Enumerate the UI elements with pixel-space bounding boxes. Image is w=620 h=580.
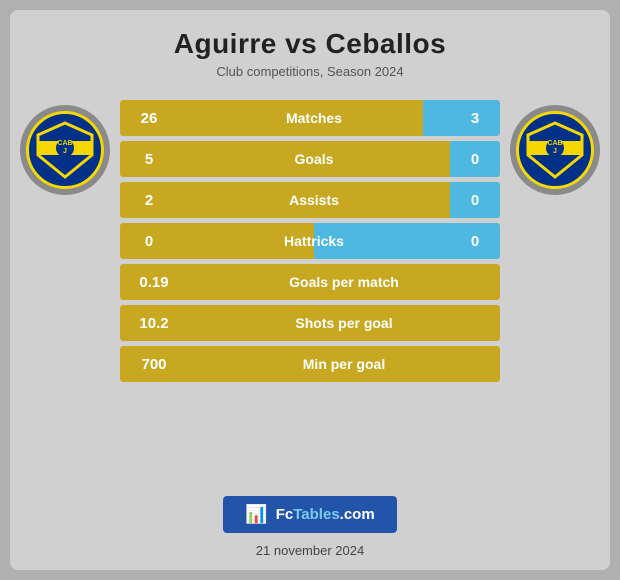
stat-row-assists: 2 Assists 0 xyxy=(120,182,500,218)
stats-section: CAB J CAB J 26Ma xyxy=(10,95,610,486)
left-value-assists: 2 xyxy=(120,182,178,218)
right-value-assists: 0 xyxy=(450,182,500,218)
left-value-matches: 26 xyxy=(120,100,178,136)
left-value-hattricks: 0 xyxy=(120,223,178,259)
stat-row-goals-per-match: 0.19Goals per match xyxy=(120,264,500,300)
right-value-hattricks: 0 xyxy=(450,223,500,259)
center-bar-hattricks: Hattricks xyxy=(178,223,450,259)
stat-label-goals: Goals xyxy=(295,151,334,167)
comparison-card: Aguirre vs Ceballos Club competitions, S… xyxy=(10,10,610,570)
stat-row-hattricks: 0 Hattricks 0 xyxy=(120,223,500,259)
footer-date: 21 november 2024 xyxy=(256,543,364,558)
label-min-per-goal: Min per goal xyxy=(188,346,500,382)
stat-row-goals: 5 Goals 0 xyxy=(120,141,500,177)
label-shots-per-goal: Shots per goal xyxy=(188,305,500,341)
right-club-logo: CAB J xyxy=(510,105,600,195)
stat-label-matches: Matches xyxy=(286,110,342,126)
stat-label-assists: Assists xyxy=(289,192,339,208)
center-bar-matches: Matches xyxy=(178,100,450,136)
stat-row-min-per-goal: 700Min per goal xyxy=(120,346,500,382)
page-subtitle: Club competitions, Season 2024 xyxy=(216,64,403,79)
left-shield-svg: CAB J xyxy=(34,119,96,181)
value-goals-per-match: 0.19 xyxy=(120,264,188,300)
svg-text:CAB: CAB xyxy=(57,140,72,147)
stat-row-matches: 26 Matches 3 xyxy=(120,100,500,136)
stat-rows-container: 26 Matches 3 5 Goals 0 2 Assists 0 0 Hattricks 0 0.1… xyxy=(120,95,500,382)
value-min-per-goal: 700 xyxy=(120,346,188,382)
fctables-icon: 📊 xyxy=(245,504,267,525)
svg-text:J: J xyxy=(553,148,557,155)
svg-text:J: J xyxy=(63,148,67,155)
left-club-logo: CAB J xyxy=(20,105,110,195)
svg-text:CAB: CAB xyxy=(547,140,562,147)
right-value-goals: 0 xyxy=(450,141,500,177)
label-goals-per-match: Goals per match xyxy=(188,264,500,300)
right-shield-svg: CAB J xyxy=(524,119,586,181)
fctables-banner[interactable]: 📊 FcTables.com xyxy=(223,496,396,533)
stat-label-hattricks: Hattricks xyxy=(284,233,344,249)
right-value-matches: 3 xyxy=(450,100,500,136)
stat-row-shots-per-goal: 10.2Shots per goal xyxy=(120,305,500,341)
value-shots-per-goal: 10.2 xyxy=(120,305,188,341)
center-bar-assists: Assists xyxy=(178,182,450,218)
left-value-goals: 5 xyxy=(120,141,178,177)
fctables-text: FcTables.com xyxy=(276,506,375,523)
center-bar-goals: Goals xyxy=(178,141,450,177)
page-title: Aguirre vs Ceballos xyxy=(174,28,446,60)
